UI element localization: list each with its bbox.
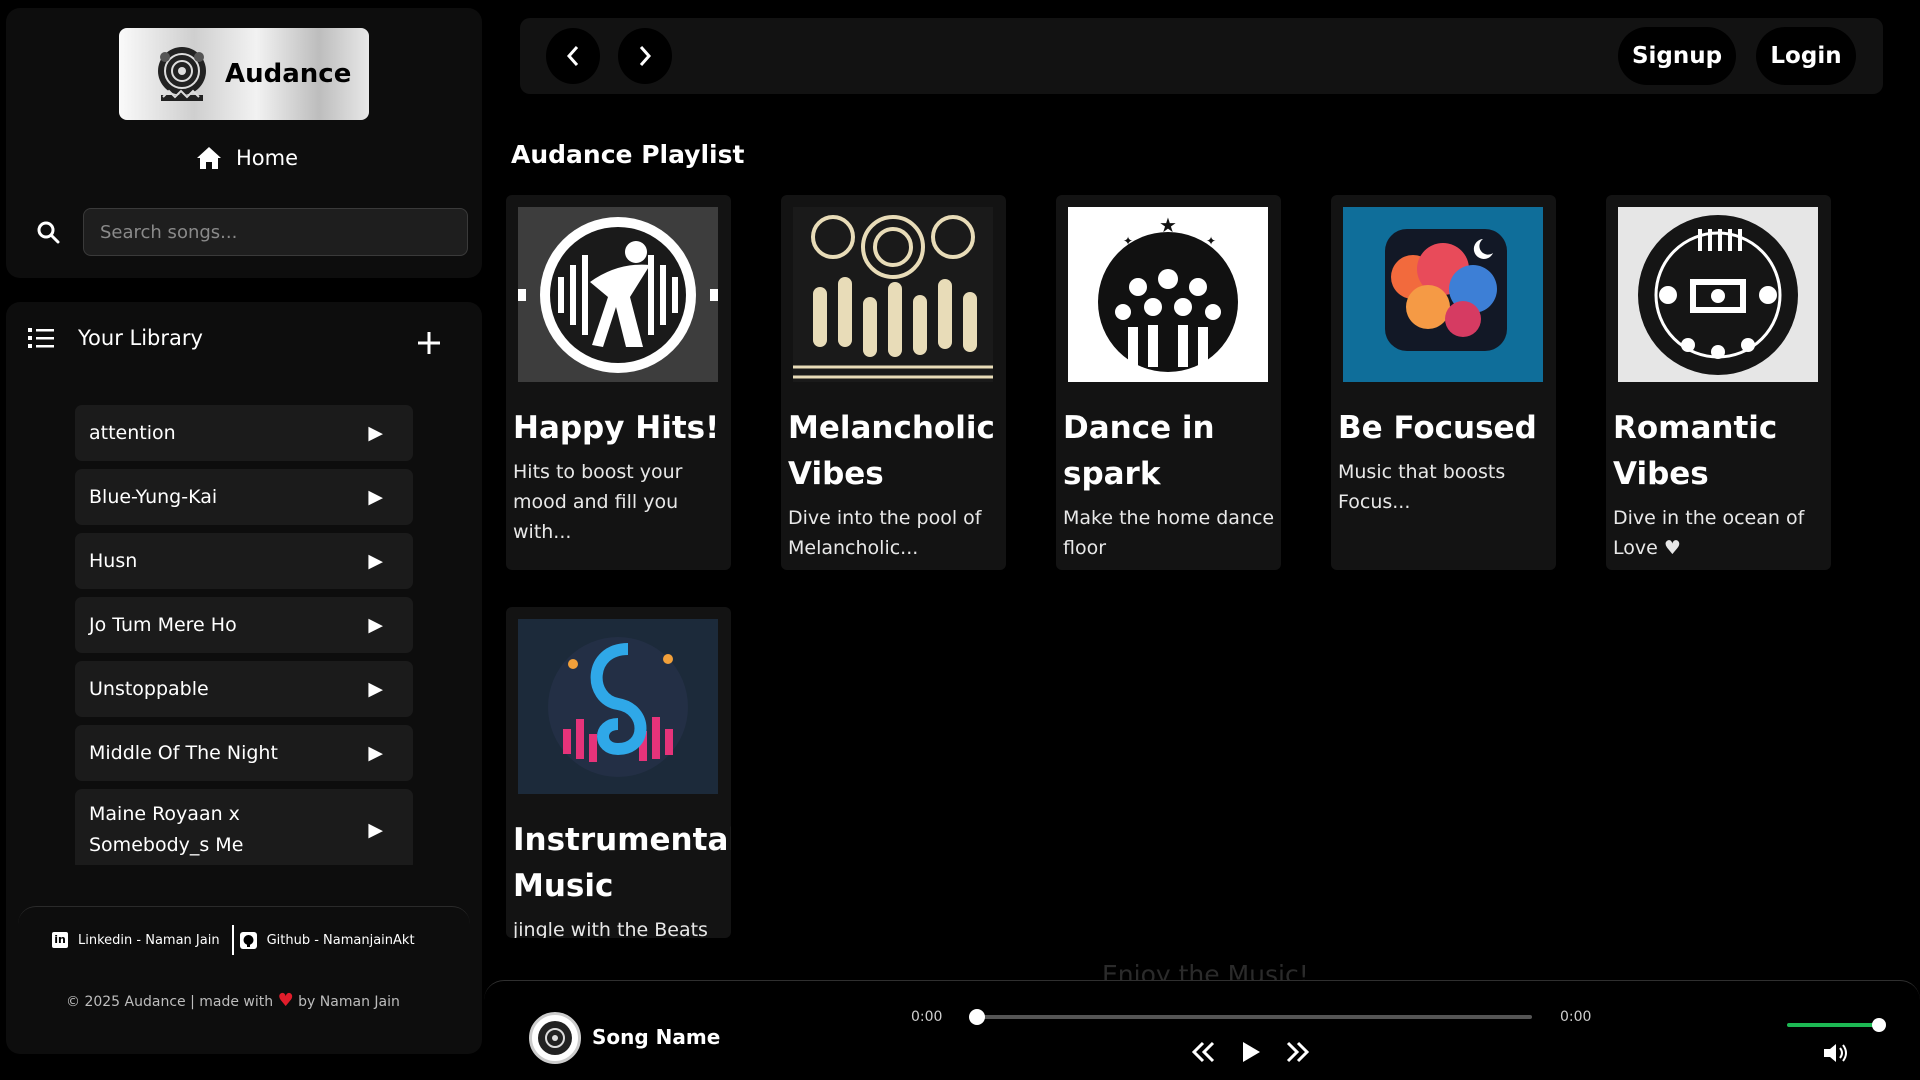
divider (231, 925, 234, 955)
song-title: Middle Of The Night (89, 741, 278, 764)
next-icon[interactable] (1285, 1040, 1311, 1064)
playlist-cover-focused (1343, 207, 1543, 382)
brand-name: Audance (225, 59, 352, 89)
play-icon[interactable]: ▶ (368, 678, 383, 700)
song-item[interactable]: Blue-Yung-Kai ▶ (75, 469, 413, 525)
playlist-title: Happy Hits! (513, 410, 720, 446)
play-icon[interactable]: ▶ (368, 422, 383, 444)
chevron-left-icon (566, 46, 579, 66)
song-item[interactable]: Jo Tum Mere Ho ▶ (75, 597, 413, 653)
top-bar: Signup Login (520, 18, 1883, 94)
library-label: Your Library (78, 326, 203, 350)
home-link[interactable]: Home (196, 146, 298, 170)
song-title: Unstoppable (89, 677, 209, 700)
song-title: Husn (89, 549, 138, 572)
song-thumbnail (529, 1012, 581, 1064)
back-button[interactable] (546, 28, 600, 84)
playlist-cover-melancholic (793, 207, 993, 382)
playlist-card[interactable]: Instrumental Music jingle with the Beats (506, 607, 731, 938)
duration: 0:00 (1560, 1009, 1592, 1025)
github-icon[interactable] (239, 931, 257, 949)
playlist-desc: Dive in the ocean of Love ♥ (1613, 507, 1805, 559)
playlist-cover-happy-hits (518, 207, 718, 382)
playlist-desc: Dive into the pool of Melancholic... (788, 507, 982, 559)
current-time: 0:00 (911, 1009, 943, 1025)
song-title: Maine Royaan x Somebody_s Me (89, 803, 244, 856)
playlist-desc: Music that boosts Focus... (1338, 461, 1506, 513)
play-icon[interactable] (1240, 1040, 1262, 1064)
volume-handle[interactable] (1872, 1018, 1886, 1032)
playlist-card[interactable]: ★ ✦ ✦ Dance in spark Make the home dance f… (1056, 195, 1281, 570)
playlist-cover-instrumental (518, 619, 718, 794)
playlist-card[interactable]: Melancholic Vibes Dive into the pool of … (781, 195, 1006, 570)
logo-emblem-icon (158, 47, 206, 101)
linkedin-icon[interactable]: in (52, 932, 68, 948)
song-item[interactable]: Unstoppable ▶ (75, 661, 413, 717)
song-item[interactable]: Husn ▶ (75, 533, 413, 589)
playlist-card[interactable]: Romantic Vibes Dive in the ocean of Love… (1606, 195, 1831, 570)
heart-icon: ♥ (277, 990, 294, 1011)
seek-bar[interactable] (976, 1015, 1532, 1019)
github-link[interactable]: Github - NamanjainAkt (267, 933, 415, 948)
chevron-right-icon (639, 46, 652, 66)
svg-text:✦: ✦ (1123, 234, 1133, 248)
brand-logo[interactable]: Audance (119, 28, 369, 120)
search-icon[interactable] (36, 220, 60, 244)
search-input[interactable] (83, 208, 468, 256)
volume-icon[interactable] (1822, 1042, 1850, 1064)
playlist-card[interactable]: Happy Hits! Hits to boost your mood and … (506, 195, 731, 570)
copyright: © 2025 Audance | made with ♥ by Naman Ja… (66, 990, 400, 1011)
copyright-pre: © 2025 Audance | made with (66, 994, 274, 1010)
playlist-cover-dance: ★ ✦ ✦ (1068, 207, 1268, 382)
song-item[interactable]: Middle Of The Night ▶ (75, 725, 413, 781)
now-playing-title: Song Name (592, 1025, 721, 1049)
play-icon[interactable]: ▶ (368, 742, 383, 764)
play-icon[interactable]: ▶ (368, 614, 383, 636)
playlist-desc: Hits to boost your mood and fill you wit… (513, 461, 683, 543)
home-icon (197, 147, 221, 169)
home-label: Home (236, 146, 299, 170)
play-icon[interactable]: ▶ (368, 819, 383, 841)
playlist-title: Instrumental Music (513, 822, 731, 904)
song-thumbnail-icon (538, 1021, 572, 1055)
playlist-title: Be Focused (1338, 410, 1537, 446)
play-icon[interactable]: ▶ (368, 486, 383, 508)
svg-text:✦: ✦ (1206, 234, 1216, 248)
linkedin-link[interactable]: Linkedin - Naman Jain (78, 933, 220, 948)
playlist-cover-romantic (1618, 207, 1818, 382)
song-item[interactable]: attention ▶ (75, 405, 413, 461)
song-list: attention ▶ Blue-Yung-Kai ▶ Husn ▶ Jo Tu… (75, 405, 413, 865)
song-item[interactable]: Maine Royaan x Somebody_s Me ▶ (75, 789, 413, 865)
playlist-desc: Make the home dance floor (1063, 507, 1275, 559)
add-icon[interactable] (414, 328, 444, 358)
svg-text:★: ★ (1159, 213, 1177, 237)
signup-button[interactable]: Signup (1618, 27, 1736, 85)
social-links: in Linkedin - Naman Jain Github - Namanj… (52, 925, 421, 955)
playlist-title: Romantic Vibes (1613, 410, 1778, 492)
playlist-desc: jingle with the Beats (513, 919, 708, 938)
volume-slider[interactable] (1787, 1023, 1879, 1027)
login-button[interactable]: Login (1756, 27, 1856, 85)
section-title: Audance Playlist (511, 140, 745, 169)
song-title: Blue-Yung-Kai (89, 485, 218, 508)
previous-icon[interactable] (1190, 1040, 1216, 1064)
library-header[interactable]: Your Library (28, 326, 203, 350)
list-icon (28, 328, 54, 348)
song-title: Jo Tum Mere Ho (89, 613, 237, 636)
playlist-title: Melancholic Vibes (788, 410, 995, 492)
song-title: attention (89, 421, 176, 444)
play-icon[interactable]: ▶ (368, 550, 383, 572)
forward-button[interactable] (618, 28, 672, 84)
seek-handle[interactable] (969, 1009, 985, 1025)
copyright-post: by Naman Jain (298, 994, 400, 1010)
playlist-title: Dance in spark (1063, 410, 1215, 492)
sidebar: Audance Home Your Library attention ▶ Bl… (0, 0, 490, 1080)
playlist-card[interactable]: Be Focused Music that boosts Focus... (1331, 195, 1556, 570)
